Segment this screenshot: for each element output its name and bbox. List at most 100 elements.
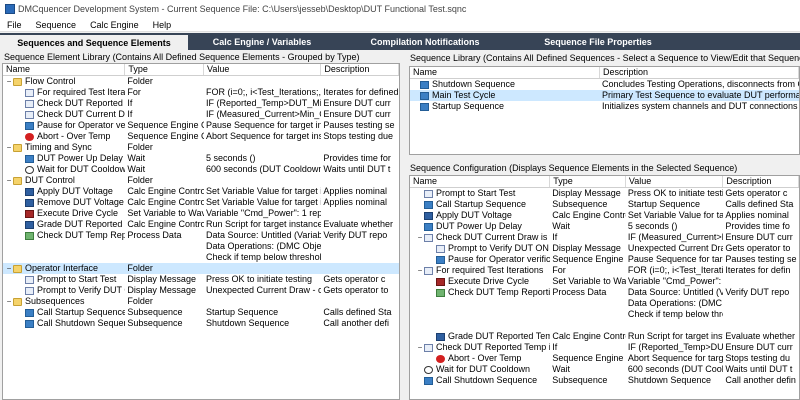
sequence-configuration-tree[interactable]: Name Type Value Description Prompt to St… — [409, 175, 800, 400]
seqconfig-row[interactable]: Prompt to Start Test Display Message Press… — [410, 188, 799, 199]
seqconfig-name-cell[interactable]: − Check DUT Reported Temp is within limit… — [410, 342, 551, 353]
library-row[interactable]: Check DUT Current DrawIf IF (Measured_Cur… — [3, 109, 399, 120]
seqconfig-name-cell[interactable]: Grade DUT Reported Temp — [410, 331, 550, 342]
library-row[interactable]: DUT Power Up Delay Wait 5 seconds () Provid… — [3, 153, 399, 164]
seqconfig-row[interactable]: Prompt to Verify DUT ON Display Message Un… — [410, 243, 799, 254]
expand-toggle-icon[interactable]: − — [5, 175, 13, 186]
seqconfig-row[interactable]: Execute Drive Cycle Set Variable to Wavef… — [410, 276, 799, 287]
seqconfig-name-cell[interactable]: Check DUT Temp Reporting — [410, 287, 550, 298]
library-col-description[interactable]: Description — [321, 64, 399, 75]
library-row[interactable]: Apply DUT Voltage Calc Engine Control Set … — [3, 186, 399, 197]
seqconfig-name-cell[interactable]: Apply DUT Voltage — [410, 210, 550, 221]
seqconfig-name-cell[interactable]: Wait for DUT Cooldown — [410, 364, 550, 375]
panel-divider[interactable] — [402, 50, 406, 400]
seqconfig-row[interactable]: − Check DUT Current Draw is within limits… — [410, 232, 799, 243]
library-row[interactable]: − Flow Control Folder — [3, 76, 399, 87]
seqconfig-name-cell[interactable] — [410, 298, 550, 309]
library-name-cell[interactable]: Call Startup Sequence — [3, 307, 125, 318]
library-row[interactable]: Check DUT Temp ReportingProcess Data Data… — [3, 230, 399, 241]
tab-compilation[interactable]: Compilation Notifications — [336, 33, 514, 50]
seqlib-row[interactable]: Main Test Cycle Primary Test Sequence to … — [410, 90, 799, 101]
library-col-value[interactable]: Value — [204, 64, 322, 75]
library-name-cell[interactable]: DUT Power Up Delay — [3, 153, 125, 164]
seqconfig-row[interactable]: Pause for Operator verificationSequence … — [410, 254, 799, 265]
expand-toggle-icon[interactable]: − — [5, 142, 13, 153]
seqconfig-row[interactable]: Wait for DUT Cooldown Wait 600 seconds (DU… — [410, 364, 799, 375]
expand-toggle-icon[interactable]: − — [5, 263, 13, 274]
seqconfig-name-cell[interactable]: DUT Power Up Delay — [410, 221, 550, 232]
seqconfig-name-cell[interactable]: Prompt to Start Test — [410, 188, 550, 199]
library-name-cell[interactable]: Pause for Operator verification — [3, 120, 125, 131]
seqconfig-name-cell[interactable]: − Check DUT Current Draw is within limits — [410, 232, 551, 243]
library-name-cell[interactable]: Check DUT Reported Temp — [3, 98, 125, 109]
seqlib-name-cell[interactable]: Startup Sequence — [410, 101, 600, 112]
library-row[interactable]: Wait for DUT Cooldown Wait 600 seconds (DU… — [3, 164, 399, 175]
tab-sequences[interactable]: Sequences and Sequence Elements — [0, 33, 188, 50]
library-row[interactable]: − DUT Control Folder — [3, 175, 399, 186]
library-row[interactable]: Call Shutdown SequenceSubsequence Shutdow… — [3, 318, 399, 329]
library-name-cell[interactable]: − DUT Control — [3, 175, 125, 186]
element-library-tree[interactable]: Name Type Value Description − Flow Contro… — [2, 63, 400, 400]
seqconfig-col-description[interactable]: Description — [723, 176, 799, 187]
library-row[interactable]: Remove DUT Voltage Calc Engine Control Set… — [3, 197, 399, 208]
library-row[interactable]: Prompt to Start Test Display Message Press… — [3, 274, 399, 285]
seqconfig-row[interactable]: Call Startup Sequence Subsequence Startup … — [410, 199, 799, 210]
library-row[interactable]: Abort - Over Temp Sequence Engine Control… — [3, 131, 399, 142]
library-name-cell[interactable] — [3, 252, 125, 263]
library-row[interactable]: Execute Drive Cycle Set Variable to Wavef… — [3, 208, 399, 219]
library-row[interactable]: Grade DUT Reported TempCalc Engine Contr… — [3, 219, 399, 230]
expand-toggle-icon[interactable]: − — [416, 232, 424, 243]
library-row[interactable]: − Timing and Sync Folder — [3, 142, 399, 153]
library-row[interactable]: For required Test IterationsFor FOR (i=0;… — [3, 87, 399, 98]
seqlib-name-cell[interactable]: Shutdown Sequence — [410, 79, 600, 90]
library-row[interactable]: Data Operations: (DMC Object — [3, 241, 399, 252]
expand-toggle-icon[interactable]: − — [5, 76, 13, 87]
seqconfig-col-name[interactable]: Name — [410, 176, 551, 187]
library-name-cell[interactable]: Prompt to Verify DUT ON — [3, 285, 125, 296]
library-name-cell[interactable]: − Subsequences — [3, 296, 125, 307]
seqconfig-name-cell[interactable]: − For required Test Iterations — [410, 265, 550, 276]
library-name-cell[interactable]: − Flow Control — [3, 76, 125, 87]
seqconfig-row[interactable]: Abort - Over Temp Sequence Engine Control… — [410, 353, 799, 364]
library-name-cell[interactable]: Execute Drive Cycle — [3, 208, 125, 219]
seqconfig-name-cell[interactable]: Pause for Operator verification — [410, 254, 550, 265]
library-row[interactable]: Pause for Operator verificationSequence … — [3, 120, 399, 131]
seqlib-row[interactable]: Startup Sequence Initializes system chann… — [410, 101, 799, 112]
seqconfig-row[interactable]: Grade DUT Reported Temp Calc Engine Contr… — [410, 331, 799, 342]
library-name-cell[interactable]: − Operator Interface — [3, 263, 125, 274]
expand-toggle-icon[interactable]: − — [416, 265, 424, 276]
library-name-cell[interactable]: Prompt to Start Test — [3, 274, 125, 285]
seqconfig-name-cell[interactable]: Call Shutdown Sequence — [410, 375, 550, 386]
library-row[interactable]: Check DUT Reported TempIf IF (Reported_Te… — [3, 98, 399, 109]
seqconfig-row[interactable] — [410, 320, 799, 331]
expand-toggle-icon[interactable]: − — [5, 296, 13, 307]
library-name-cell[interactable]: Remove DUT Voltage — [3, 197, 125, 208]
menu-sequence[interactable]: Sequence — [29, 20, 84, 30]
menu-help[interactable]: Help — [146, 20, 179, 30]
seqconfig-name-cell[interactable]: Call Startup Sequence — [410, 199, 550, 210]
seqlib-row[interactable]: Shutdown Sequence Concludes Testing Opera… — [410, 79, 799, 90]
seqconfig-name-cell[interactable] — [410, 320, 550, 331]
seqconfig-col-type[interactable]: Type — [550, 176, 626, 187]
seqconfig-name-cell[interactable] — [410, 309, 550, 320]
library-row[interactable]: Check if temp below threshold - — [3, 252, 399, 263]
library-row[interactable]: − Operator Interface Folder — [3, 263, 399, 274]
library-name-cell[interactable]: Abort - Over Temp — [3, 131, 125, 142]
library-row[interactable]: − Subsequences Folder — [3, 296, 399, 307]
library-name-cell[interactable]: Grade DUT Reported Temp — [3, 219, 125, 230]
library-name-cell[interactable]: − Timing and Sync — [3, 142, 125, 153]
library-name-cell[interactable]: For required Test Iterations — [3, 87, 125, 98]
library-name-cell[interactable]: Wait for DUT Cooldown — [3, 164, 125, 175]
seqconfig-name-cell[interactable]: Execute Drive Cycle — [410, 276, 550, 287]
library-row[interactable]: Prompt to Verify DUT ONDisplay Message Un… — [3, 285, 399, 296]
menu-file[interactable]: File — [0, 20, 29, 30]
seqconfig-row[interactable]: − Check DUT Reported Temp is within limit… — [410, 342, 799, 353]
expand-toggle-icon[interactable]: − — [416, 342, 424, 353]
library-name-cell[interactable]: Check DUT Temp Reporting — [3, 230, 125, 241]
seqlib-col-name[interactable]: Name — [410, 67, 601, 78]
seqconfig-row[interactable]: DUT Power Up Delay Wait 5 seconds () Provid… — [410, 221, 799, 232]
seqconfig-row[interactable]: Check if temp below thres — [410, 309, 799, 320]
library-name-cell[interactable] — [3, 241, 125, 252]
library-name-cell[interactable]: Apply DUT Voltage — [3, 186, 125, 197]
library-name-cell[interactable]: Check DUT Current Draw — [3, 109, 125, 120]
